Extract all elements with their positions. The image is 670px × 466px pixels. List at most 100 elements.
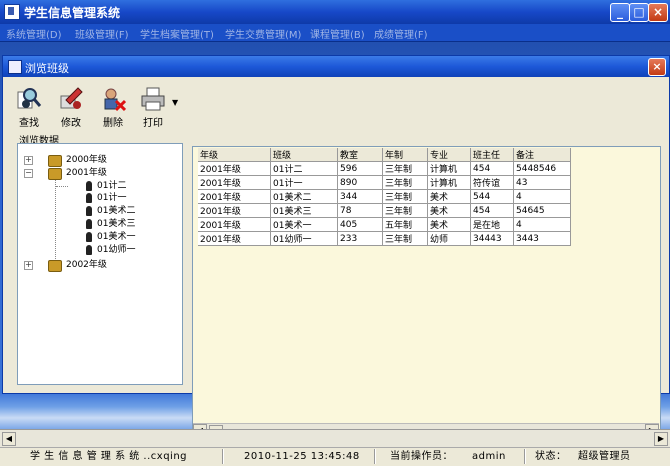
table-cell: 三年制 [382, 161, 428, 176]
person-icon [86, 245, 92, 255]
col-remark[interactable]: 备注 [513, 148, 571, 162]
tree-leaf-label: 01计二 [97, 181, 127, 191]
edit-label: 修改 [61, 118, 81, 129]
child-title: 浏览班级 [25, 62, 69, 75]
print-button[interactable]: 打印 [135, 84, 171, 129]
tree-node-label: 2002年级 [66, 260, 107, 270]
folder-icon [48, 260, 62, 272]
table-cell: 454 [470, 161, 514, 176]
table-cell: 美术 [427, 203, 471, 218]
table-cell: 34443 [470, 231, 514, 246]
printer-icon [141, 87, 165, 111]
app-title: 学生信息管理系统 [24, 6, 121, 20]
person-icon [86, 181, 92, 191]
menu-bar: 系统管理(D) 班级管理(F) 学生档案管理(T) 学生交费管理(M) 课程管理… [0, 24, 670, 42]
table-cell: 三年制 [382, 231, 428, 246]
table-cell: 五年制 [382, 217, 428, 232]
status-app-name: 学 生 信 息 管 理 系 统 ..cxqing [30, 451, 188, 462]
table-cell: 01幼师一 [270, 231, 338, 246]
table-cell: 344 [337, 189, 383, 204]
col-major[interactable]: 专业 [427, 148, 471, 162]
status-state-label: 状态： [535, 451, 567, 462]
col-grade[interactable]: 年级 [198, 148, 271, 162]
table-row[interactable]: 2001年级 01幼师一 233 三年制 幼师 34443 3443 [198, 231, 571, 246]
table-cell: 01美术三 [270, 203, 338, 218]
edit-button[interactable]: 修改 [53, 84, 89, 129]
table-cell: 2001年级 [198, 189, 271, 204]
table-cell: 计算机 [427, 161, 471, 176]
status-separator [374, 449, 376, 464]
table-cell: 233 [337, 231, 383, 246]
collapse-icon[interactable]: − [24, 169, 33, 178]
main-scroll-right-icon[interactable]: ▶ [654, 432, 668, 446]
person-icon [86, 193, 92, 203]
print-dropdown-icon[interactable]: ▼ [172, 98, 178, 107]
table-cell: 2001年级 [198, 217, 271, 232]
child-close-button[interactable]: × [648, 58, 666, 76]
app-title-bar: 学生信息管理系统 _ □ × [0, 0, 670, 24]
col-class[interactable]: 班级 [270, 148, 338, 162]
menu-fee[interactable]: 学生交费管理(M) [225, 26, 301, 41]
table-row[interactable]: 2001年级 01美术三 78 三年制 美术 454 54645 [198, 203, 571, 218]
class-grid[interactable]: 年级 班级 教室 年制 专业 班主任 备注 2001年级 01计二 596 三年制 计算… [192, 146, 661, 442]
table-cell: 01计二 [270, 161, 338, 176]
maximize-button[interactable]: □ [629, 3, 649, 22]
menu-class[interactable]: 班级管理(F) [75, 26, 129, 41]
delete-label: 删除 [103, 118, 123, 129]
main-horizontal-scrollbar[interactable]: ◀ ▶ [0, 429, 670, 448]
status-separator [222, 449, 224, 464]
tree-connector [56, 186, 68, 187]
main-scroll-left-icon[interactable]: ◀ [2, 432, 16, 446]
table-row[interactable]: 2001年级 01计一 890 三年制 计算机 符传谊 43 [198, 175, 571, 190]
table-cell: 2001年级 [198, 175, 271, 190]
class-tree[interactable]: + 2000年级 − 2001年级 01计二 01计一 01美术二 01美术三 [17, 143, 183, 385]
col-room[interactable]: 教室 [337, 148, 383, 162]
toolbar: 查找 修改 删除 打印 ▼ [11, 84, 183, 129]
table-cell: 596 [337, 161, 383, 176]
tree-leaf-label: 01美术一 [97, 232, 136, 242]
table-cell: 454 [470, 203, 514, 218]
status-operator-label: 当前操作员： [390, 451, 453, 462]
table-cell: 5448546 [513, 161, 571, 176]
table-cell: 54645 [513, 203, 571, 218]
person-icon [86, 232, 92, 242]
menu-system[interactable]: 系统管理(D) [6, 26, 62, 41]
folder-icon [48, 155, 62, 167]
table-row[interactable]: 2001年级 01美术二 344 三年制 美术 544 4 [198, 189, 571, 204]
delete-icon [104, 88, 126, 112]
tree-node-2002[interactable]: + 2002年级 [24, 259, 144, 272]
tree-node-2001[interactable]: − 2001年级 [24, 167, 144, 180]
table-cell: 三年制 [382, 189, 428, 204]
table-cell: 三年制 [382, 175, 428, 190]
table-cell: 405 [337, 217, 383, 232]
expand-icon[interactable]: + [24, 261, 33, 270]
minimize-button[interactable]: _ [610, 3, 630, 22]
table-cell: 3443 [513, 231, 571, 246]
col-years[interactable]: 年制 [382, 148, 428, 162]
tree-node-2000[interactable]: + 2000年级 [24, 154, 144, 167]
table-cell: 01美术二 [270, 189, 338, 204]
col-teacher[interactable]: 班主任 [470, 148, 514, 162]
print-label: 打印 [143, 118, 163, 129]
menu-course[interactable]: 课程管理(B) [310, 26, 365, 41]
find-button[interactable]: 查找 [11, 84, 47, 129]
table-row[interactable]: 2001年级 01计二 596 三年制 计算机 454 5448546 [198, 161, 571, 176]
table-cell: 2001年级 [198, 203, 271, 218]
table-cell: 美术 [427, 217, 471, 232]
tree-leaf-label: 01美术二 [97, 206, 136, 216]
table-cell: 78 [337, 203, 383, 218]
window-icon [8, 60, 22, 74]
table-row[interactable]: 2001年级 01美术一 405 五年制 美术 是在地 4 [198, 217, 571, 232]
menu-grade[interactable]: 成绩管理(F) [374, 26, 428, 41]
status-datetime: 2010-11-25 13:45:48 [244, 451, 360, 462]
table-cell: 是在地 [470, 217, 514, 232]
table-cell: 幼师 [427, 231, 471, 246]
close-button[interactable]: × [648, 3, 668, 22]
table-cell: 01计一 [270, 175, 338, 190]
table-cell: 2001年级 [198, 161, 271, 176]
expand-icon[interactable]: + [24, 156, 33, 165]
tree-leaf-label: 01幼师一 [97, 245, 136, 255]
find-label: 查找 [19, 118, 39, 129]
delete-button[interactable]: 删除 [95, 84, 131, 129]
menu-student-file[interactable]: 学生档案管理(T) [140, 26, 214, 41]
